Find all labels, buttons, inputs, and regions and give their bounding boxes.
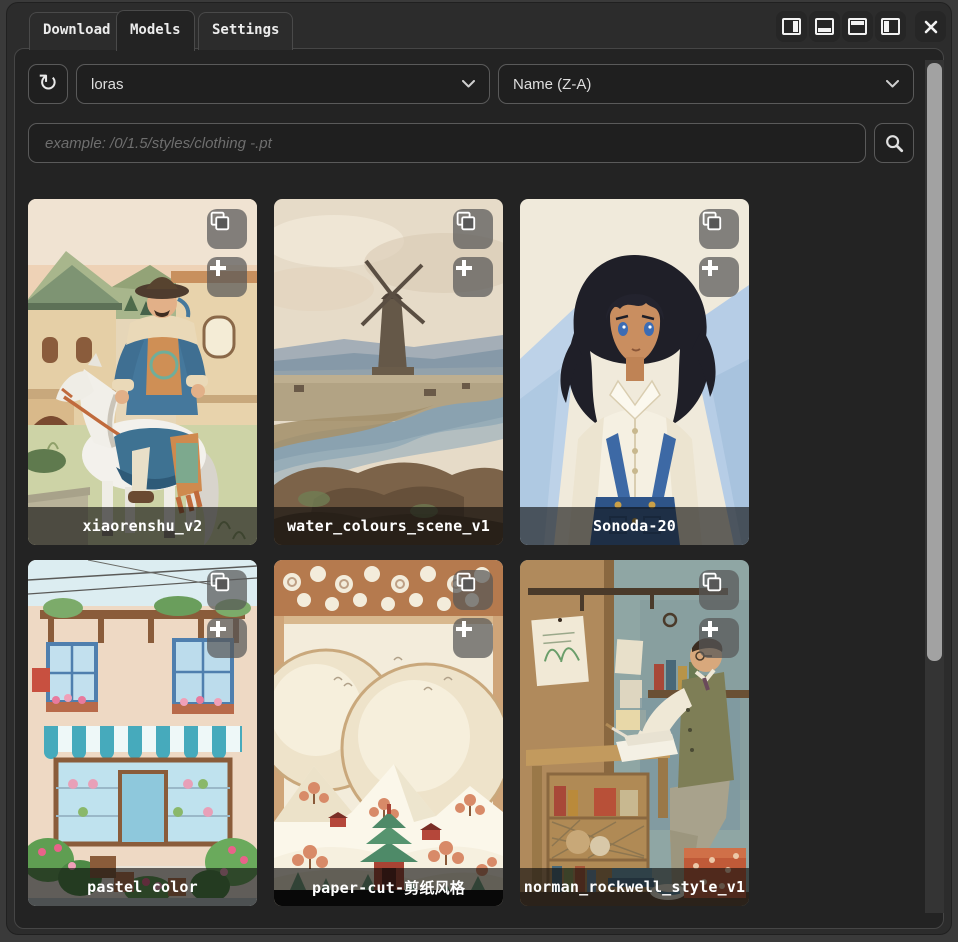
model-name: norman_rockwell_style_v1 [520,868,749,906]
add-model-button[interactable] [699,257,739,297]
chevron-down-icon [886,80,899,88]
copy-model-button[interactable] [453,570,493,610]
plus-icon [699,257,721,279]
copy-model-button[interactable] [207,570,247,610]
model-preview-image [28,560,257,906]
copy-model-button[interactable] [453,209,493,249]
add-model-button[interactable] [207,618,247,658]
sort-select[interactable]: Name (Z-A) [498,64,914,104]
model-preview-image [274,560,503,906]
search-icon [884,133,904,153]
add-model-button[interactable] [699,618,739,658]
copy-icon [453,209,477,233]
copy-icon [207,570,231,594]
dock-left-button[interactable] [875,11,906,42]
tab-models[interactable]: Models [116,10,195,51]
model-card[interactable]: paper-cut-剪纸风格 [274,560,503,906]
copy-icon [699,570,723,594]
model-card[interactable]: xiaorenshu_v2 [28,199,257,545]
search-button[interactable] [874,123,914,163]
dock-bottom-button[interactable] [809,11,840,42]
sort-value: Name (Z-A) [513,76,591,93]
tab-download[interactable]: Download [29,12,124,50]
dock-right-icon [782,18,801,35]
model-preview-image [520,199,749,545]
add-model-button[interactable] [453,618,493,658]
tab-settings[interactable]: Settings [198,12,293,50]
model-name: Sonoda-20 [520,507,749,545]
copy-icon [453,570,477,594]
close-icon [923,19,939,35]
model-name: paper-cut-剪纸风格 [274,868,503,906]
model-type-value: loras [91,76,124,93]
dock-top-icon [848,18,867,35]
model-preview-image [520,560,749,906]
model-name: xiaorenshu_v2 [28,507,257,545]
plus-icon [453,618,475,640]
model-preview-image [28,199,257,545]
dock-left-icon [881,18,900,35]
model-card[interactable]: pastel color [28,560,257,906]
model-card[interactable]: norman_rockwell_style_v1 [520,560,749,906]
plus-icon [207,257,229,279]
add-model-button[interactable] [453,257,493,297]
copy-icon [207,209,231,233]
dock-bottom-icon [815,18,834,35]
plus-icon [207,618,229,640]
copy-icon [699,209,723,233]
model-preview-image [274,199,503,545]
search-input[interactable] [28,123,866,163]
vertical-scrollbar-track[interactable] [925,60,944,913]
copy-model-button[interactable] [699,570,739,610]
refresh-icon: ↻ [38,71,58,95]
dock-top-button[interactable] [842,11,873,42]
copy-model-button[interactable] [207,209,247,249]
model-type-select[interactable]: loras [76,64,490,104]
model-manager-app: Download Models Settings ↻ loras Name (Z… [0,0,958,942]
chevron-down-icon [462,80,475,88]
plus-icon [453,257,475,279]
close-button[interactable] [915,11,946,42]
model-name: water_colours_scene_v1 [274,507,503,545]
plus-icon [699,618,721,640]
model-name: pastel color [28,868,257,906]
copy-model-button[interactable] [699,209,739,249]
model-card[interactable]: water_colours_scene_v1 [274,199,503,545]
add-model-button[interactable] [207,257,247,297]
vertical-scrollbar-thumb[interactable] [927,63,942,661]
dock-right-button[interactable] [776,11,807,42]
model-card[interactable]: Sonoda-20 [520,199,749,545]
refresh-button[interactable]: ↻ [28,64,68,104]
